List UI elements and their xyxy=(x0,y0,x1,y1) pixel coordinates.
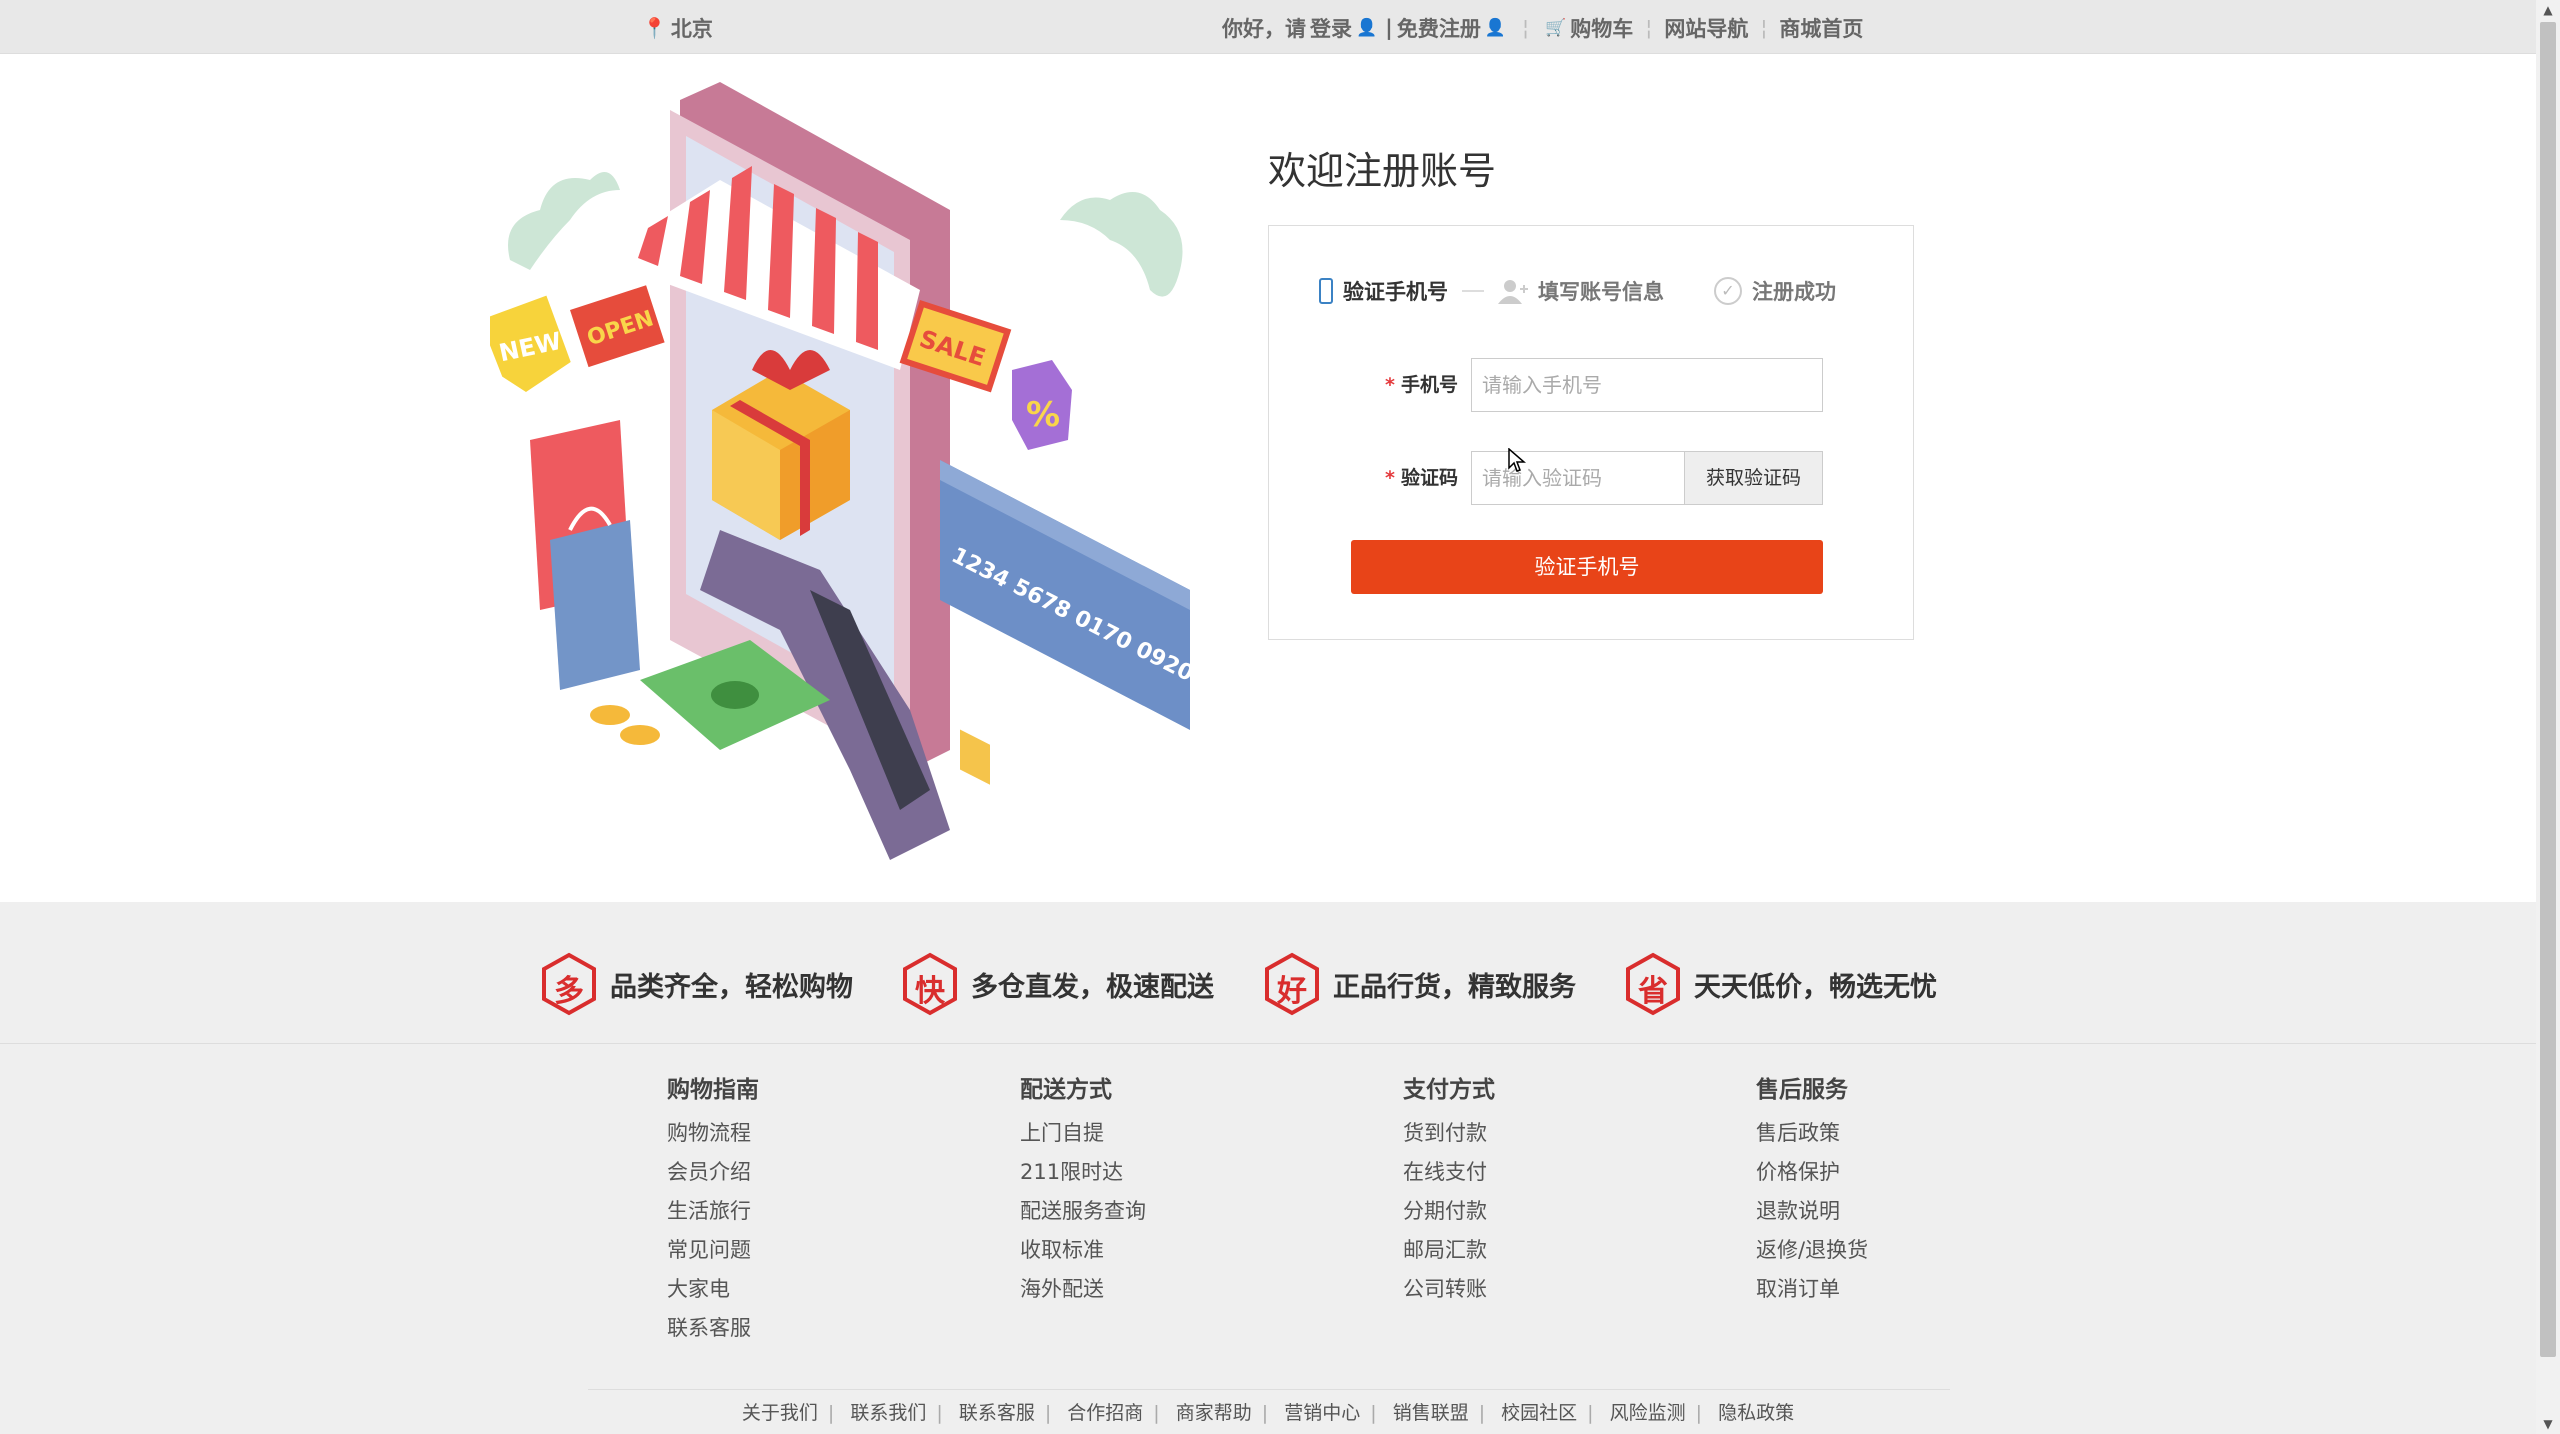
bottom-link[interactable]: 营销中心 xyxy=(1284,1402,1360,1424)
register-title: 欢迎注册账号 xyxy=(1268,149,1497,193)
footer-link[interactable]: 返修/退换货 xyxy=(1756,1231,1868,1270)
phone-input[interactable] xyxy=(1471,358,1823,412)
footer-column-title: 支付方式 xyxy=(1403,1077,1495,1103)
location-label: 北京 xyxy=(670,17,713,41)
mouse-cursor-icon xyxy=(1508,448,1526,472)
footer-band: 多 品类齐全，轻松购物 快 多仓直发，极速配送 好 正品行货，精致服务 省 天天… xyxy=(0,902,2536,1434)
step-success: ✓ 注册成功 xyxy=(1714,276,1836,306)
step-divider xyxy=(1462,290,1484,292)
bottom-link[interactable]: 销售联盟 xyxy=(1393,1402,1469,1424)
code-label: * 验证码 xyxy=(1385,467,1458,489)
footer-link[interactable]: 退款说明 xyxy=(1756,1192,1868,1231)
vertical-scrollbar[interactable]: ▲ ▼ xyxy=(2536,0,2560,1434)
footer-column-after-sales: 售后服务 售后政策 价格保护 退款说明 返修/退换货 取消订单 xyxy=(1756,1070,1868,1309)
cart-icon: 🛒 xyxy=(1545,18,1567,38)
location-pin-icon: 📍 xyxy=(642,16,667,40)
footer-link[interactable]: 海外配送 xyxy=(1020,1270,1146,1309)
bottom-link[interactable]: 联系我们 xyxy=(850,1402,926,1424)
footer-link[interactable]: 公司转账 xyxy=(1403,1270,1495,1309)
login-link[interactable]: 登录 xyxy=(1310,13,1352,43)
footer-link[interactable]: 购物流程 xyxy=(667,1114,759,1153)
footer-link[interactable]: 分期付款 xyxy=(1403,1192,1495,1231)
user-icon: 👤 xyxy=(1356,18,1378,38)
verify-phone-button[interactable]: 验证手机号 xyxy=(1351,540,1823,594)
step-label: 填写账号信息 xyxy=(1538,280,1664,304)
features-row: 多 品类齐全，轻松购物 快 多仓直发，极速配送 好 正品行货，精致服务 省 天天… xyxy=(0,902,2536,1044)
scrollbar-thumb[interactable] xyxy=(2540,22,2556,1357)
add-user-icon: 👤 xyxy=(1484,18,1507,38)
location-selector[interactable]: 📍 北京 xyxy=(642,13,713,43)
footer-link[interactable]: 211限时达 xyxy=(1020,1153,1146,1192)
footer-link[interactable]: 联系客服 xyxy=(667,1309,759,1348)
footer-link[interactable]: 价格保护 xyxy=(1756,1153,1868,1192)
footer-link[interactable]: 大家电 xyxy=(667,1270,759,1309)
footer-column-shopping-guide: 购物指南 购物流程 会员介绍 生活旅行 常见问题 大家电 联系客服 xyxy=(667,1070,759,1348)
check-circle-icon: ✓ xyxy=(1714,277,1742,305)
bottom-link[interactable]: 联系客服 xyxy=(959,1402,1035,1424)
footer-column-payment: 支付方式 货到付款 在线支付 分期付款 邮局汇款 公司转账 xyxy=(1403,1070,1495,1309)
bottom-link[interactable]: 合作招商 xyxy=(1067,1402,1143,1424)
scroll-down-arrow-icon[interactable]: ▼ xyxy=(2536,1414,2560,1434)
footer-link[interactable]: 配送服务查询 xyxy=(1020,1192,1146,1231)
footer-column-title: 配送方式 xyxy=(1020,1077,1112,1103)
footer-link[interactable]: 货到付款 xyxy=(1403,1114,1495,1153)
greeting-text: 你好，请 xyxy=(1222,17,1306,41)
bottom-link[interactable]: 隐私政策 xyxy=(1718,1402,1794,1424)
bottom-link[interactable]: 关于我们 xyxy=(742,1402,818,1424)
register-link[interactable]: 免费注册 xyxy=(1397,13,1481,43)
footer-column-title: 购物指南 xyxy=(667,1077,759,1103)
cart-link[interactable]: 购物车 xyxy=(1570,13,1633,43)
feature-text: 多仓直发，极速配送 xyxy=(971,971,1214,1003)
divider: | xyxy=(1385,16,1393,40)
shopping-illustration: NEW OPEN SALE % 1234 5678 0170 0920 xyxy=(490,82,1197,860)
register-form: 验证手机号 填写账号信息 ✓ 注册成功 *手机号 *验证码 获取验证码 验证手机… xyxy=(1268,225,1914,640)
code-input[interactable] xyxy=(1471,451,1685,505)
footer-link[interactable]: 售后政策 xyxy=(1756,1114,1868,1153)
feature-item: 好 正品行货，精致服务 xyxy=(1263,952,1576,1016)
footer-column-title: 售后服务 xyxy=(1756,1077,1848,1103)
feature-text: 天天低价，畅选无忧 xyxy=(1694,971,1937,1003)
feature-item: 省 天天低价，畅选无忧 xyxy=(1624,952,1937,1016)
get-code-button[interactable]: 获取验证码 xyxy=(1685,451,1823,505)
feature-text: 正品行货，精致服务 xyxy=(1333,971,1576,1003)
add-user-icon xyxy=(1498,280,1528,304)
phone-icon xyxy=(1319,278,1333,304)
bottom-links: 关于我们 | 联系我们 | 联系客服 | 合作招商 | 商家帮助 | 营销中心 | 销售联盟… xyxy=(741,1402,1795,1424)
hexagon-icon: 多 xyxy=(540,952,598,1016)
percent-sign-text: % xyxy=(1026,395,1060,435)
footer-link[interactable]: 收取标准 xyxy=(1020,1231,1146,1270)
bottom-link[interactable]: 校园社区 xyxy=(1501,1402,1577,1424)
register-steps: 验证手机号 填写账号信息 ✓ 注册成功 xyxy=(1319,276,1836,306)
footer-link[interactable]: 在线支付 xyxy=(1403,1153,1495,1192)
top-bar: 📍 北京 你好，请 登录 👤 | 免费注册 👤 ¦ 🛒 购物车 ¦ 网站导航 ¦… xyxy=(0,0,2536,54)
footer-link[interactable]: 邮局汇款 xyxy=(1403,1231,1495,1270)
hexagon-icon: 省 xyxy=(1624,952,1682,1016)
footer-link[interactable]: 上门自提 xyxy=(1020,1114,1146,1153)
divider: ¦ xyxy=(1522,16,1530,40)
step-verify-phone: 验证手机号 xyxy=(1319,276,1448,306)
footer-link[interactable]: 生活旅行 xyxy=(667,1192,759,1231)
footer-link[interactable]: 常见问题 xyxy=(667,1231,759,1270)
divider: ¦ xyxy=(1760,16,1768,40)
step-account-info: 填写账号信息 xyxy=(1498,276,1664,306)
footer-column-delivery: 配送方式 上门自提 211限时达 配送服务查询 收取标准 海外配送 xyxy=(1020,1070,1146,1309)
bottom-link[interactable]: 风险监测 xyxy=(1610,1402,1686,1424)
step-label: 验证手机号 xyxy=(1343,280,1448,304)
feature-item: 多 品类齐全，轻松购物 xyxy=(540,952,853,1016)
phone-label: * 手机号 xyxy=(1385,374,1458,396)
hexagon-icon: 快 xyxy=(901,952,959,1016)
footer-link[interactable]: 取消订单 xyxy=(1756,1270,1868,1309)
mall-home-link[interactable]: 商城首页 xyxy=(1779,13,1863,43)
footer-divider xyxy=(588,1389,1950,1390)
scroll-up-arrow-icon[interactable]: ▲ xyxy=(2536,0,2560,20)
site-nav-link[interactable]: 网站导航 xyxy=(1664,13,1748,43)
feature-text: 品类齐全，轻松购物 xyxy=(610,971,853,1003)
divider: ¦ xyxy=(1645,16,1653,40)
top-links: 你好，请 登录 👤 | 免费注册 👤 ¦ 🛒 购物车 ¦ 网站导航 ¦ 商城首页 xyxy=(1222,13,1863,43)
feature-item: 快 多仓直发，极速配送 xyxy=(901,952,1214,1016)
hexagon-icon: 好 xyxy=(1263,952,1321,1016)
bottom-link[interactable]: 商家帮助 xyxy=(1176,1402,1252,1424)
footer-link[interactable]: 会员介绍 xyxy=(667,1153,759,1192)
step-label: 注册成功 xyxy=(1752,280,1836,304)
